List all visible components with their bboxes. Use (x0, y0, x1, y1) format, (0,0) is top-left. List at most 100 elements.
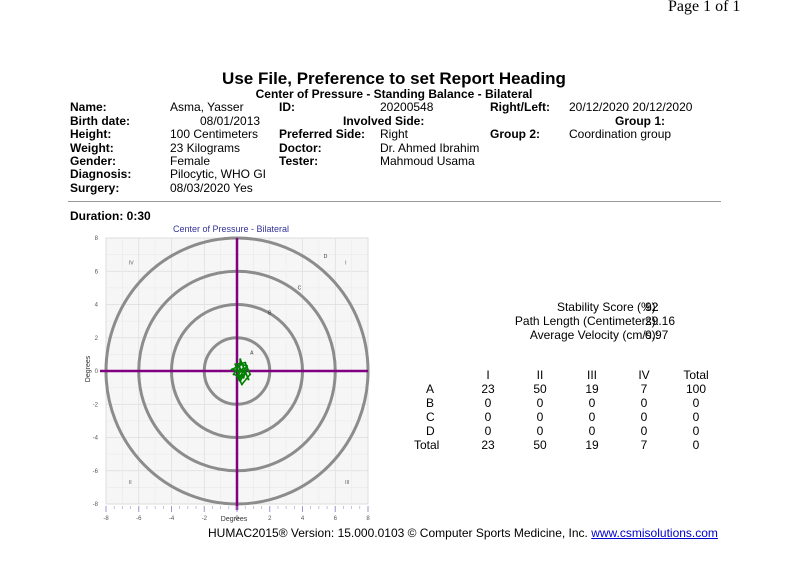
header-divider (68, 201, 721, 202)
sway-point (247, 378, 250, 381)
footer-link[interactable]: www.csmisolutions.com (591, 526, 718, 540)
x-tick-label: -6 (136, 516, 142, 522)
doctor-value: Dr. Ahmed Ibrahim (380, 141, 480, 155)
tester-value: Mahmoud Usama (380, 154, 475, 168)
sway-point (242, 366, 245, 369)
footer: HUMAC2015® Version: 15.000.0103 © Comput… (208, 526, 718, 540)
sway-point (230, 368, 234, 371)
sway-point (239, 358, 242, 361)
gender-value: Female (170, 154, 211, 168)
y-tick-label: 8 (95, 236, 99, 242)
path-length-label: Path Length (Centimeters): (514, 314, 659, 328)
column-header: Total (683, 368, 709, 382)
diagnosis-label: Diagnosis: (70, 167, 132, 181)
group2-value: Coordination group (569, 127, 672, 141)
table-cell: 0 (640, 424, 648, 438)
table-cell: 0 (536, 410, 544, 424)
sway-point (240, 383, 244, 386)
table-row: D 0 0 0 0 0 (414, 424, 722, 438)
sway-point (240, 369, 244, 373)
x-tick-label: 2 (268, 516, 272, 522)
x-tick-label: -8 (103, 516, 109, 522)
ring-label-d: D (324, 254, 328, 260)
table-cell: 0 (588, 424, 596, 438)
sway-point (244, 371, 247, 374)
sway-point (237, 378, 240, 381)
quadrant-label: II (129, 480, 132, 486)
row-label: B (426, 396, 435, 410)
preferred-side-label: Preferred Side: (279, 127, 366, 141)
right-left-value: 20/12/2020 20/12/2020 (569, 100, 693, 114)
table-cell: 100 (685, 382, 707, 396)
right-left-label: Right/Left: (490, 100, 550, 114)
sway-point (245, 368, 248, 371)
height-value: 100 Centimeters (170, 127, 259, 141)
table-cell: 19 (585, 438, 599, 452)
row-label: D (426, 424, 435, 438)
center-of-pressure-chart: Center of Pressure - Bilateral -8 -6 -4 -2 0… (85, 224, 370, 523)
preferred-side-value: Right (380, 127, 409, 141)
table-cell: 0 (484, 424, 492, 438)
tester-label: Tester: (279, 154, 319, 168)
table-cell: 19 (585, 382, 599, 396)
sway-point (249, 373, 252, 376)
sway-point (232, 373, 235, 376)
row-label: A (426, 382, 435, 396)
table-cell: 0 (588, 396, 596, 410)
table-cell: 0 (588, 410, 596, 424)
sway-point (240, 363, 244, 366)
report-heading: Use File, Preference to set Report Headi… (222, 69, 566, 88)
y-tick-label: 0 (95, 369, 99, 375)
path-length: Path Length (Centimeters): (515, 314, 659, 328)
sway-point (242, 376, 245, 379)
quadrant-label: IV (129, 261, 134, 267)
involved-side-label: Involved Side: (343, 114, 425, 128)
column-header: IV (638, 368, 650, 382)
column-header: III (586, 368, 597, 382)
surgery-value: 08/03/2020 Yes (170, 181, 253, 195)
weight-label: Weight: (70, 141, 114, 155)
group1-label: Group 1: (615, 114, 665, 128)
table-cell: 23 (481, 382, 495, 396)
path-length-value: 29.16 (645, 314, 676, 328)
sway-point (244, 361, 247, 364)
zone-distribution-table: I II III IV Total A 23 50 19 7 100 B 0 0… (414, 368, 722, 452)
id-label: ID: (279, 100, 295, 114)
birth-date-label: Birth date: (70, 114, 130, 128)
table-cell: 0 (692, 438, 700, 452)
y-tick-label: -8 (93, 502, 99, 508)
y-tick-label: 2 (95, 336, 99, 342)
table-cell: 0 (692, 396, 700, 410)
id-value: 20200548 (380, 100, 434, 114)
page-number: Page 1 of 1 (668, 0, 741, 15)
table-row: B 0 0 0 0 0 (414, 396, 722, 410)
quadrant-label: III (345, 480, 349, 486)
y-tick-label: -2 (93, 402, 99, 408)
y-tick-label: 4 (95, 303, 99, 309)
gender-label: Gender: (70, 154, 117, 168)
x-tick-label: -2 (202, 516, 208, 522)
x-tick-label: -4 (169, 516, 175, 522)
table-cell: 0 (640, 410, 648, 424)
table-cell: 50 (533, 382, 547, 396)
footer-text: HUMAC2015® Version: 15.000.0103 © Comput… (208, 526, 588, 540)
y-tick-label: -4 (93, 436, 99, 442)
table-cell: 7 (640, 438, 648, 452)
y-tick-label: 6 (95, 269, 99, 275)
table-header-row: I II III IV Total (414, 368, 722, 382)
birth-date-value: 08/01/2013 (200, 114, 261, 128)
average-velocity-value: 0.97 (645, 328, 669, 342)
row-label: C (426, 410, 435, 424)
weight-value: 23 Kilograms (170, 141, 241, 155)
stability-score-label: Stability Score (%): (556, 300, 659, 314)
quadrant-label: I (345, 261, 346, 267)
table-cell: 0 (484, 410, 492, 424)
table-cell: 0 (692, 410, 700, 424)
table-cell: 0 (484, 396, 492, 410)
sway-point (235, 374, 239, 378)
table-cell: 0 (536, 396, 544, 410)
report-subheading: Center of Pressure - Standing Balance - … (255, 87, 533, 101)
sway-point (239, 374, 242, 378)
ring-label-c: C (298, 286, 302, 292)
surgery-label: Surgery: (70, 181, 120, 195)
